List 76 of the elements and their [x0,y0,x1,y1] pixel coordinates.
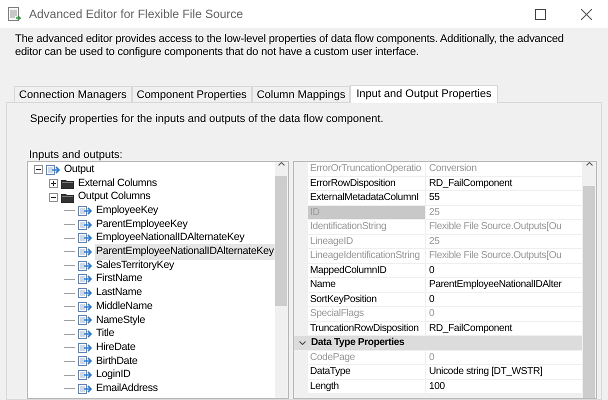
column-arrow-icon [78,260,92,272]
property-name[interactable]: SortKeyPosition [308,292,426,307]
tab[interactable]: Input and Output Properties [350,85,498,103]
property-value: Flexible File Source.Outputs[Ou [426,220,582,234]
tree-item[interactable]: LastName [95,285,143,301]
column-arrow-icon [78,328,92,340]
tree-item[interactable]: HireDate [95,340,136,356]
folder-icon [61,192,74,203]
close-icon[interactable] [581,8,592,20]
property-value: 0 [426,264,582,278]
property-value: 0 [426,292,582,307]
column-arrow-icon [78,273,92,286]
tree-item[interactable]: MiddleName [95,298,154,315]
property-name[interactable]: TruncationRowDisposition [308,322,426,336]
column-arrow-icon [46,164,60,176]
tree-item[interactable]: FirstName [95,271,144,288]
description-text: The advanced editor provides access to the low-level properties of data flow components. Additionally, the advanced editor can be used to configure components that do not have a custom user interface. [14,32,565,60]
tree-item[interactable]: BirthDate [95,354,139,370]
collapse-icon[interactable] [34,165,43,174]
property-value: 0 [426,350,582,365]
column-arrow-icon [78,204,92,217]
property-name[interactable]: MappedColumnID [308,264,426,278]
column-arrow-icon [78,218,92,231]
column-arrow-icon [78,355,92,368]
column-arrow-icon [78,342,92,354]
tree-item[interactable]: EmployeeNationalIDAlternateKey [95,230,246,246]
folder-icon [61,178,74,190]
column-arrow-icon [78,287,92,300]
column-arrow-icon [78,246,92,258]
property-value: RD_FailComponent [426,322,582,336]
tree-item[interactable]: EmployeeKey [95,203,160,219]
scrollbar[interactable] [274,162,288,398]
category-header: Data Type Properties [310,336,404,350]
property-value: 25 [426,206,582,220]
document-icon [8,6,21,22]
scrollbar[interactable] [582,162,596,398]
property-value: ParentEmployeeNationalIDAlter [426,278,582,292]
instruction-text: Specify properties for the inputs and outputs of the data flow component. [29,112,384,127]
property-name[interactable]: Length [308,380,426,394]
property-value: 100 [426,380,582,394]
property-name[interactable]: DataType [308,365,426,380]
tree-item[interactable]: NameStyle [95,312,146,328]
tree-item[interactable]: Title [95,326,116,342]
tree-item[interactable]: Output Columns [77,189,152,206]
property-value: Conversion [426,162,582,176]
column-arrow-icon [78,314,92,326]
tree-item[interactable]: External Columns [77,176,158,192]
window-title: Advanced Editor for Flexible File Source [29,6,244,23]
tree-item[interactable]: EmailAddress [95,380,159,397]
property-name[interactable]: ErrorRowDisposition [308,176,426,191]
tab[interactable]: Connection Managers [14,86,132,102]
property-value: 25 [426,234,582,249]
property-value: Unicode string [DT_WSTR] [426,365,582,380]
tree-item[interactable]: ParentEmployeeKey [95,216,188,232]
collapse-icon[interactable] [49,192,58,202]
tab[interactable]: Component Properties [132,86,252,102]
property-value: 0 [426,307,582,322]
property-value: 55 [426,191,582,206]
property-name[interactable]: Name [308,278,426,292]
column-arrow-icon [78,382,92,395]
tree-label: Inputs and outputs: [28,148,124,161]
tree-item[interactable]: SalesTerritoryKey [95,258,176,274]
property-value: RD_FailComponent [426,176,582,191]
property-value: Flexible File Source.Outputs[Ou [426,249,582,264]
tree-item[interactable]: ParentEmployeeNationalIDAlternateKey [95,244,275,260]
tree-item[interactable]: Output [63,162,96,178]
column-arrow-icon [78,300,92,313]
maximize-icon[interactable] [535,8,546,20]
tab[interactable]: Column Mappings [252,86,350,102]
expand-icon[interactable] [49,179,58,188]
scroll-thumb[interactable] [275,176,288,306]
column-arrow-icon [78,369,92,382]
column-arrow-icon [78,232,92,244]
property-name[interactable]: ExternalMetadataColumnI [308,191,426,206]
tree-item[interactable]: LoginID [95,367,132,384]
scroll-thumb[interactable] [583,186,595,398]
